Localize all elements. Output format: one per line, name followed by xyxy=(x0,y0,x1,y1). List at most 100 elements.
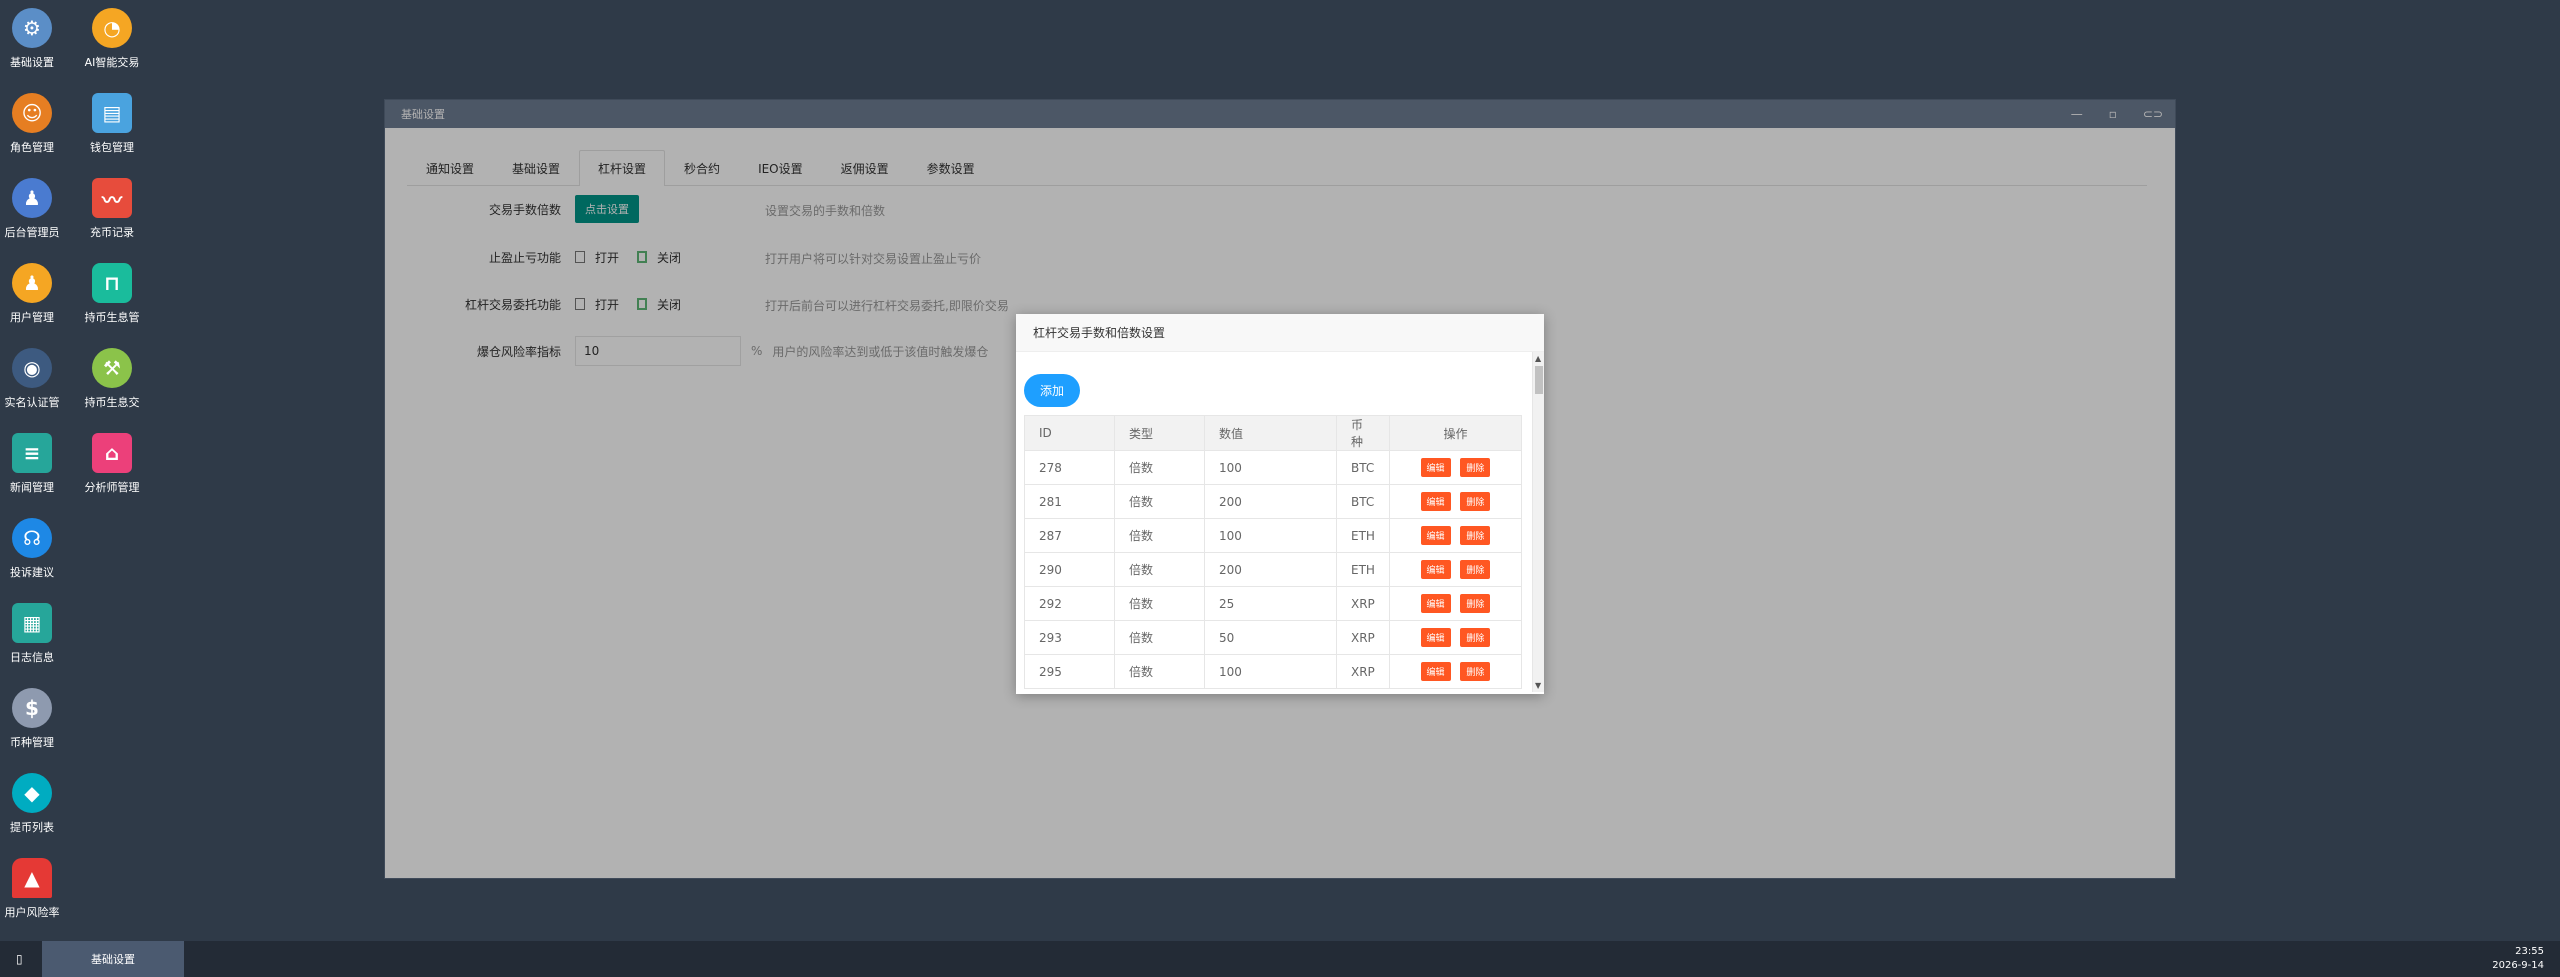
desktop-icon-logs[interactable]: ▦ 日志信息 xyxy=(0,603,72,665)
cell-actions: 编辑 删除 xyxy=(1388,518,1523,553)
desktop-icon-label: 实名认证管 xyxy=(4,396,60,409)
desktop-icon-user-management[interactable]: ♟ 用户管理 xyxy=(0,263,72,325)
cell-id: 292 xyxy=(1024,586,1115,621)
table-row: 292 倍数 25 XRP 编辑 删除 xyxy=(1024,586,1523,621)
cell-id: 278 xyxy=(1024,450,1115,485)
wallet-icon: ▤ xyxy=(92,93,132,133)
scroll-down-icon[interactable]: ▼ xyxy=(1535,681,1541,690)
cell-type: 倍数 xyxy=(1114,586,1205,621)
desktop-icon-role-management[interactable]: ☺ 角色管理 xyxy=(0,93,72,155)
cell-type: 倍数 xyxy=(1114,620,1205,655)
desktop-icon-kyc-management[interactable]: ◉ 实名认证管 xyxy=(0,348,72,410)
desktop-icon-label: 充币记录 xyxy=(90,226,134,239)
cell-id: 293 xyxy=(1024,620,1115,655)
cell-coin: ETH xyxy=(1336,518,1390,553)
desktop-icon-withdraw-list[interactable]: ◆ 提币列表 xyxy=(0,773,72,835)
desktop-icon-news-management[interactable]: ≡ 新闻管理 xyxy=(0,433,72,495)
lot-multiplier-modal: 杠杆交易手数和倍数设置 添加 ID 类型 数值 币种 操作 278 倍数 100… xyxy=(1016,314,1544,694)
clock-date: 2026-9-14 xyxy=(2492,960,2544,971)
cell-type: 倍数 xyxy=(1114,450,1205,485)
cell-actions: 编辑 删除 xyxy=(1388,552,1523,587)
delete-button[interactable]: 删除 xyxy=(1460,458,1491,477)
desktop-icon-staking-trades[interactable]: ⚒ 持币生息交 xyxy=(72,348,152,410)
edit-button[interactable]: 编辑 xyxy=(1420,458,1451,477)
delete-button[interactable]: 删除 xyxy=(1460,662,1491,681)
desktop-icon-user-risk[interactable]: ▲ 用户风险率 xyxy=(0,858,72,920)
desktop-icon-analyst-management[interactable]: ⌂ 分析师管理 xyxy=(72,433,152,495)
scroll-up-icon[interactable]: ▲ xyxy=(1535,354,1541,363)
desktop-icon-basic-settings[interactable]: ⚙ 基础设置 xyxy=(0,8,72,70)
column-header: 类型 xyxy=(1114,415,1205,451)
desktop-icon-label: 持币生息管 xyxy=(84,311,140,324)
cell-value: 100 xyxy=(1204,654,1337,689)
desktop-icon-ai-trading[interactable]: ◔ AI智能交易 xyxy=(72,8,152,70)
delete-button[interactable]: 删除 xyxy=(1460,492,1491,511)
column-header: 币种 xyxy=(1336,415,1390,451)
chart-icon: 〰 xyxy=(92,178,132,218)
desktop-icon-label: AI智能交易 xyxy=(84,56,140,69)
modal-title[interactable]: 杠杆交易手数和倍数设置 xyxy=(1016,314,1544,352)
cell-actions: 编辑 删除 xyxy=(1388,620,1523,655)
modal-body: 添加 ID 类型 数值 币种 操作 278 倍数 100 BTC 编辑 删除 2… xyxy=(1016,352,1544,692)
clock-time: 23:55 xyxy=(2515,946,2544,957)
edit-button[interactable]: 编辑 xyxy=(1420,628,1451,647)
cell-value: 50 xyxy=(1204,620,1337,655)
desktop-icon-admin[interactable]: ♟ 后台管理员 xyxy=(0,178,72,240)
cell-type: 倍数 xyxy=(1114,552,1205,587)
desktop-icon-label: 钱包管理 xyxy=(90,141,134,154)
modal-scrollbar[interactable]: ▲ ▼ xyxy=(1532,352,1544,692)
delete-button[interactable]: 删除 xyxy=(1460,526,1491,545)
cell-actions: 编辑 删除 xyxy=(1388,450,1523,485)
edit-button[interactable]: 编辑 xyxy=(1420,526,1451,545)
table-header-row: ID 类型 数值 币种 操作 xyxy=(1024,415,1523,451)
taskbar-clock: 23:55 2026-9-14 xyxy=(2492,945,2544,973)
cell-value: 200 xyxy=(1204,484,1337,519)
delete-button[interactable]: 删除 xyxy=(1460,560,1491,579)
start-menu-icon[interactable]: ▯ xyxy=(16,952,23,966)
table-row: 281 倍数 200 BTC 编辑 删除 xyxy=(1024,484,1523,519)
cell-id: 281 xyxy=(1024,484,1115,519)
desktop-icon-label: 新闻管理 xyxy=(10,481,54,494)
desktop-icon-label: 基础设置 xyxy=(10,56,54,69)
taskbar-item-basic-settings[interactable]: 基础设置 xyxy=(42,941,184,977)
cell-coin: XRP xyxy=(1336,586,1390,621)
edit-button[interactable]: 编辑 xyxy=(1420,662,1451,681)
delete-button[interactable]: 删除 xyxy=(1460,628,1491,647)
cell-actions: 编辑 删除 xyxy=(1388,586,1523,621)
unlock-icon: ⊓ xyxy=(92,263,132,303)
desktop-icon-coin-management[interactable]: $ 币种管理 xyxy=(0,688,72,750)
delete-button[interactable]: 删除 xyxy=(1460,594,1491,613)
cell-actions: 编辑 删除 xyxy=(1388,484,1523,519)
alarm-icon: ▲ xyxy=(12,858,52,898)
desktop-icon-label: 后台管理员 xyxy=(4,226,60,239)
cell-id: 295 xyxy=(1024,654,1115,689)
desktop-icon-deposit-records[interactable]: 〰 充币记录 xyxy=(72,178,152,240)
cell-value: 100 xyxy=(1204,450,1337,485)
column-header: 数值 xyxy=(1204,415,1337,451)
stopwatch-icon: ◔ xyxy=(92,8,132,48)
edit-button[interactable]: 编辑 xyxy=(1420,594,1451,613)
table-row: 290 倍数 200 ETH 编辑 删除 xyxy=(1024,552,1523,587)
taskbar-item-label: 基础设置 xyxy=(91,953,135,966)
desktop-icon-wallet-management[interactable]: ▤ 钱包管理 xyxy=(72,93,152,155)
multiplier-table: ID 类型 数值 币种 操作 278 倍数 100 BTC 编辑 删除 281 … xyxy=(1024,415,1523,689)
headset-icon: ☊ xyxy=(12,518,52,558)
desktop-icon-complaints[interactable]: ☊ 投诉建议 xyxy=(0,518,72,580)
cell-type: 倍数 xyxy=(1114,518,1205,553)
desktop-icon-label: 用户管理 xyxy=(10,311,54,324)
desktop-icon-label: 用户风险率 xyxy=(4,906,60,919)
scrollbar-thumb[interactable] xyxy=(1535,366,1543,394)
add-button[interactable]: 添加 xyxy=(1024,374,1081,407)
desktop-icon-staking-management[interactable]: ⊓ 持币生息管 xyxy=(72,263,152,325)
edit-button[interactable]: 编辑 xyxy=(1420,492,1451,511)
cell-coin: BTC xyxy=(1336,450,1390,485)
withdraw-icon: ◆ xyxy=(12,773,52,813)
shop-icon: ⌂ xyxy=(92,433,132,473)
news-icon: ≡ xyxy=(12,433,52,473)
edit-button[interactable]: 编辑 xyxy=(1420,560,1451,579)
table-row: 295 倍数 100 XRP 编辑 删除 xyxy=(1024,654,1523,689)
desktop-icon-label: 分析师管理 xyxy=(84,481,140,494)
cell-type: 倍数 xyxy=(1114,654,1205,689)
cell-coin: ETH xyxy=(1336,552,1390,587)
column-header: ID xyxy=(1024,415,1115,451)
